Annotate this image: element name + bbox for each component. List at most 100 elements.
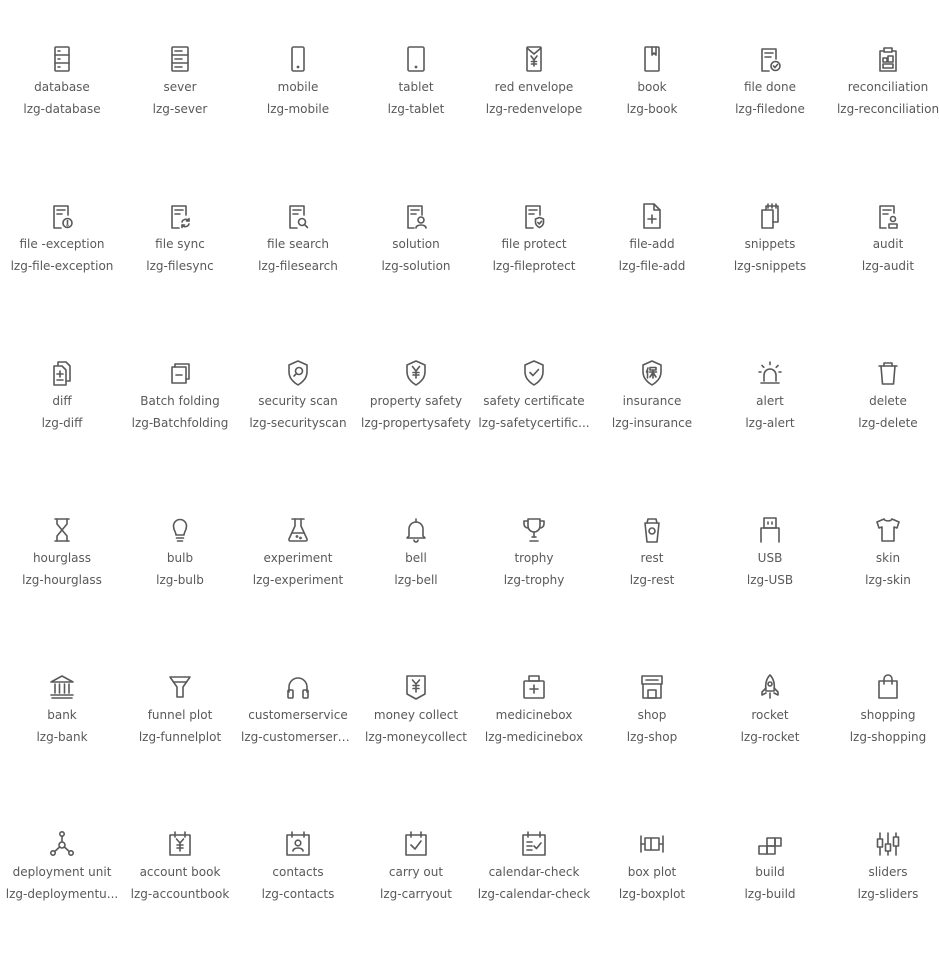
icon-card[interactable]: bulb lzg-bulb — [121, 486, 239, 643]
icon-card[interactable]: customerservice lzg-customerserv... — [239, 643, 357, 800]
icon-class-name: lzg-rocket — [740, 730, 800, 744]
customer-service-icon — [239, 671, 357, 703]
icon-card[interactable]: calendar-check lzg-calendar-check — [475, 800, 593, 957]
icon-class-name: lzg-filedone — [735, 102, 805, 116]
icon-card[interactable]: file-add lzg-file-add — [593, 172, 711, 329]
icon-name: tablet — [398, 80, 434, 94]
icon-name: build — [755, 865, 785, 879]
icon-card[interactable]: reconciliation lzg-reconciliation — [829, 15, 939, 172]
icon-card[interactable]: file -exception lzg-file-exception — [3, 172, 121, 329]
icon-card[interactable]: USB lzg-USB — [711, 486, 829, 643]
icon-name: USB — [757, 551, 783, 565]
icon-class-name: lzg-deploymentu... — [5, 887, 119, 901]
icon-card[interactable]: rocket lzg-rocket — [711, 643, 829, 800]
file-search-icon — [239, 200, 357, 232]
icon-card[interactable]: audit lzg-audit — [829, 172, 939, 329]
icon-card[interactable]: alert lzg-alert — [711, 329, 829, 486]
icon-card[interactable]: deployment unit lzg-deploymentu... — [3, 800, 121, 957]
icon-name: calendar-check — [488, 865, 580, 879]
calendar-check-icon — [475, 828, 593, 860]
icon-card[interactable]: tablet lzg-tablet — [357, 15, 475, 172]
icon-class-name: lzg-file-exception — [10, 259, 114, 273]
icon-card[interactable]: bank lzg-bank — [3, 643, 121, 800]
icon-card[interactable]: medicinebox lzg-medicinebox — [475, 643, 593, 800]
icon-class-name: lzg-filesearch — [258, 259, 338, 273]
icon-card[interactable]: diff lzg-diff — [3, 329, 121, 486]
rest-icon — [593, 514, 711, 546]
alert-icon — [711, 357, 829, 389]
icon-card[interactable]: insurance lzg-insurance — [593, 329, 711, 486]
icon-card[interactable]: money collect lzg-moneycollect — [357, 643, 475, 800]
icon-name: delete — [869, 394, 907, 408]
icon-card[interactable]: safety certificate lzg-safetycertific... — [475, 329, 593, 486]
icon-card[interactable]: box plot lzg-boxplot — [593, 800, 711, 957]
icon-name: snippets — [744, 237, 796, 251]
icon-card[interactable]: book lzg-book — [593, 15, 711, 172]
icon-name: contacts — [272, 865, 324, 879]
icon-card[interactable]: red envelope lzg-redenvelope — [475, 15, 593, 172]
icon-name: property safety — [369, 394, 463, 408]
icon-card[interactable]: shop lzg-shop — [593, 643, 711, 800]
icon-name: account book — [139, 865, 221, 879]
icon-class-name: lzg-accountbook — [130, 887, 230, 901]
bell-icon — [357, 514, 475, 546]
deployment-unit-icon — [3, 828, 121, 860]
icon-card[interactable]: mobile lzg-mobile — [239, 15, 357, 172]
icon-card[interactable]: contacts lzg-contacts — [239, 800, 357, 957]
icon-class-name: lzg-Batchfolding — [131, 416, 229, 430]
reconciliation-icon — [829, 43, 939, 75]
icon-class-name: lzg-audit — [861, 259, 915, 273]
icon-card[interactable]: carry out lzg-carryout — [357, 800, 475, 957]
icon-card[interactable]: sever lzg-sever — [121, 15, 239, 172]
icon-card[interactable]: shopping lzg-shopping — [829, 643, 939, 800]
icon-card[interactable]: build lzg-build — [711, 800, 829, 957]
icon-card[interactable]: funnel plot lzg-funnelplot — [121, 643, 239, 800]
icon-card[interactable]: rest lzg-rest — [593, 486, 711, 643]
server-icon — [121, 43, 239, 75]
icon-card[interactable]: file sync lzg-filesync — [121, 172, 239, 329]
icon-card[interactable]: security scan lzg-securityscan — [239, 329, 357, 486]
icon-name: insurance — [622, 394, 682, 408]
icon-name: shopping — [860, 708, 916, 722]
icon-card[interactable]: property safety lzg-propertysafety — [357, 329, 475, 486]
icon-class-name: lzg-shopping — [849, 730, 927, 744]
icon-card[interactable]: file search lzg-filesearch — [239, 172, 357, 329]
icon-name: trophy — [514, 551, 554, 565]
icon-class-name: lzg-sliders — [857, 887, 919, 901]
icon-card[interactable]: sliders lzg-sliders — [829, 800, 939, 957]
icon-card[interactable]: file done lzg-filedone — [711, 15, 829, 172]
icon-name: file done — [743, 80, 797, 94]
icon-name: diff — [52, 394, 72, 408]
icon-class-name: lzg-shop — [626, 730, 678, 744]
icon-card[interactable]: trophy lzg-trophy — [475, 486, 593, 643]
icon-card[interactable]: account book lzg-accountbook — [121, 800, 239, 957]
build-icon — [711, 828, 829, 860]
icon-class-name: lzg-USB — [746, 573, 794, 587]
icon-class-name: lzg-trophy — [503, 573, 565, 587]
icon-card[interactable]: Batch folding lzg-Batchfolding — [121, 329, 239, 486]
icon-card[interactable]: skin lzg-skin — [829, 486, 939, 643]
icon-class-name: lzg-calendar-check — [477, 887, 591, 901]
icon-name: rest — [640, 551, 664, 565]
icon-card[interactable]: delete lzg-delete — [829, 329, 939, 486]
file-protect-icon — [475, 200, 593, 232]
icon-card[interactable]: file protect lzg-fileprotect — [475, 172, 593, 329]
icon-card[interactable]: experiment lzg-experiment — [239, 486, 357, 643]
mobile-icon — [239, 43, 357, 75]
icon-class-name: lzg-insurance — [611, 416, 693, 430]
icon-name: red envelope — [494, 80, 574, 94]
safety-certificate-icon — [475, 357, 593, 389]
icon-name: safety certificate — [483, 394, 585, 408]
icon-card[interactable]: solution lzg-solution — [357, 172, 475, 329]
icon-card[interactable]: hourglass lzg-hourglass — [3, 486, 121, 643]
medicine-box-icon — [475, 671, 593, 703]
icon-name: alert — [756, 394, 784, 408]
usb-icon — [711, 514, 829, 546]
icon-card[interactable]: snippets lzg-snippets — [711, 172, 829, 329]
icon-name: hourglass — [32, 551, 92, 565]
icon-class-name: lzg-delete — [858, 416, 918, 430]
icon-card[interactable]: bell lzg-bell — [357, 486, 475, 643]
icon-class-name: lzg-securityscan — [249, 416, 347, 430]
icon-card[interactable]: database lzg-database — [3, 15, 121, 172]
sliders-icon — [829, 828, 939, 860]
